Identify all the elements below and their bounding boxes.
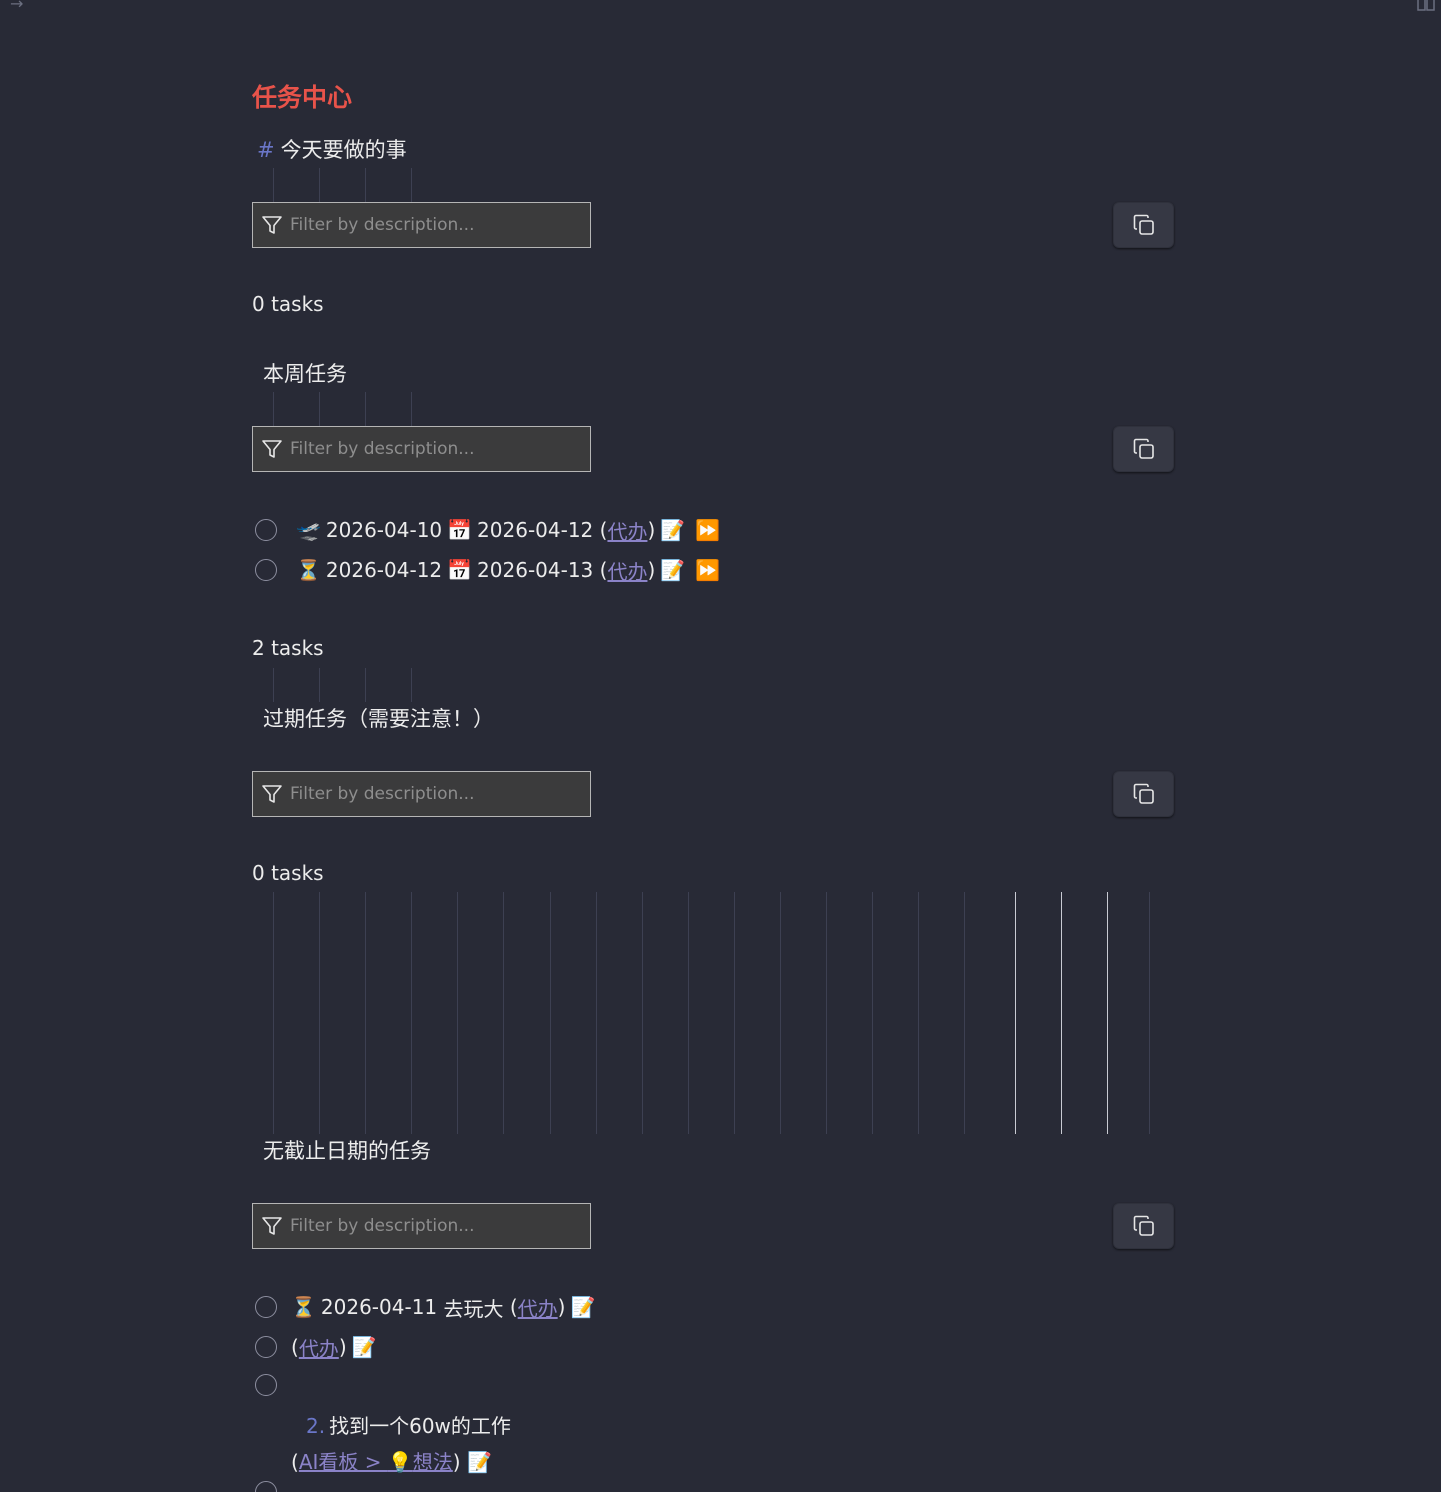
expand-arrow-icon[interactable]: → xyxy=(10,0,23,13)
filter-input[interactable] xyxy=(290,439,580,459)
copy-button[interactable] xyxy=(1113,426,1174,472)
start-date: 2026-04-10 xyxy=(325,518,443,542)
task-text: 去玩大 xyxy=(443,1296,504,1321)
filter-input[interactable] xyxy=(290,1216,580,1236)
task-count: 0 tasks xyxy=(252,292,324,316)
filter-icon xyxy=(262,216,282,234)
task-source-link[interactable]: 代办 xyxy=(518,1293,558,1322)
task-source-link[interactable]: 代办 xyxy=(299,1333,339,1362)
edit-icon[interactable]: 📝 xyxy=(660,558,685,582)
scheduled-icon: ⏳ xyxy=(291,1295,316,1319)
due-date: 2026-04-12 xyxy=(477,518,594,542)
filter-input[interactable] xyxy=(290,215,580,235)
copy-button[interactable] xyxy=(1113,1203,1174,1249)
task-checkbox[interactable] xyxy=(255,1481,277,1492)
task-count: 0 tasks xyxy=(252,861,324,885)
filter-icon xyxy=(262,785,282,803)
task-center-page: → 任务中心 #今天要做的事 0 tasks 本周任务 🛫 2026-04-10… xyxy=(0,0,1441,1492)
start-date-icon: 🛫 xyxy=(296,518,321,542)
section-heading-today: # 今天要做的事 xyxy=(257,134,407,164)
paren-open: ( xyxy=(291,1335,299,1359)
heading-hash: # xyxy=(257,138,275,162)
task-item xyxy=(255,1370,291,1400)
filter-box-nodate xyxy=(252,1203,591,1249)
paren-open: ( xyxy=(291,1450,299,1474)
task-text: 找到一个60w的工作 xyxy=(329,1414,511,1438)
copy-icon xyxy=(1133,438,1154,459)
heading-text: 今天要做的事 xyxy=(280,138,407,162)
task-checkbox[interactable] xyxy=(255,1374,277,1396)
copy-button[interactable] xyxy=(1113,771,1174,817)
postpone-icon[interactable]: ⏩ xyxy=(695,518,720,542)
due-date-icon: 📅 xyxy=(447,558,473,582)
paren-open: ( xyxy=(509,1295,518,1319)
filter-input[interactable] xyxy=(290,784,580,804)
list-number: 2. xyxy=(306,1414,326,1438)
task-checkbox[interactable] xyxy=(255,559,277,581)
paren-close: ) xyxy=(647,558,656,582)
task-checkbox[interactable] xyxy=(255,519,277,541)
task-item: ⏳ 2026-04-12 📅 2026-04-13 (代办) 📝 ⏩ xyxy=(255,555,725,585)
task-item xyxy=(255,1477,291,1492)
scheduled-icon: ⏳ xyxy=(296,558,321,582)
edit-icon[interactable]: 📝 xyxy=(570,1295,595,1319)
page-title: 任务中心 xyxy=(252,83,353,112)
task-subline: 2. 找到一个60w的工作 xyxy=(306,1410,511,1439)
task-source-link[interactable]: AI看板 > 💡想法 xyxy=(299,1450,453,1474)
paren-open: ( xyxy=(599,518,608,542)
edit-icon[interactable]: 📝 xyxy=(660,518,685,542)
task-source-link[interactable]: 代办 xyxy=(607,516,647,545)
paren-close: ) xyxy=(338,1335,347,1359)
paren-close: ) xyxy=(557,1295,566,1319)
task-source-link[interactable]: 代办 xyxy=(607,556,647,585)
due-date-icon: 📅 xyxy=(447,518,473,542)
filter-box-overdue xyxy=(252,771,591,817)
copy-icon xyxy=(1133,1215,1154,1236)
filter-box-week xyxy=(252,426,591,472)
paren-close: ) xyxy=(452,1450,461,1474)
edit-icon[interactable]: 📝 xyxy=(352,1335,377,1359)
task-checkbox[interactable] xyxy=(255,1336,277,1358)
task-subline: (AI看板 > 💡想法) 📝 xyxy=(291,1446,492,1475)
filter-icon xyxy=(262,440,282,458)
task-item: 🛫 2026-04-10 📅 2026-04-12 (代办) 📝 ⏩ xyxy=(255,515,725,545)
lightbulb-icon: 💡 xyxy=(387,1450,413,1474)
copy-icon xyxy=(1133,214,1154,235)
link-text: 想法 xyxy=(412,1450,453,1474)
paren-open: ( xyxy=(599,558,608,582)
paren-close: ) xyxy=(647,518,656,542)
copy-icon xyxy=(1133,783,1154,804)
task-item: (代办) 📝 xyxy=(255,1332,382,1362)
filter-box-today xyxy=(252,202,591,248)
edit-icon[interactable]: 📝 xyxy=(467,1450,492,1474)
postpone-icon[interactable]: ⏩ xyxy=(695,558,720,582)
copy-button[interactable] xyxy=(1113,202,1174,248)
task-count: 2 tasks xyxy=(252,636,324,660)
scheduled-date: 2026-04-11 xyxy=(320,1295,438,1319)
due-date: 2026-04-13 xyxy=(477,558,594,582)
task-item: ⏳ 2026-04-11 去玩大 (代办) 📝 xyxy=(255,1292,600,1322)
task-checkbox[interactable] xyxy=(255,1296,277,1318)
start-date: 2026-04-12 xyxy=(325,558,443,582)
section-heading-overdue: 过期任务（需要注意！） xyxy=(263,707,494,731)
filter-icon xyxy=(262,1217,282,1235)
section-heading-nodate: 无截止日期的任务 xyxy=(263,1139,431,1163)
link-text: AI看板 > xyxy=(298,1450,388,1474)
section-heading-week: 本周任务 xyxy=(263,362,347,386)
book-icon[interactable] xyxy=(1416,0,1436,12)
